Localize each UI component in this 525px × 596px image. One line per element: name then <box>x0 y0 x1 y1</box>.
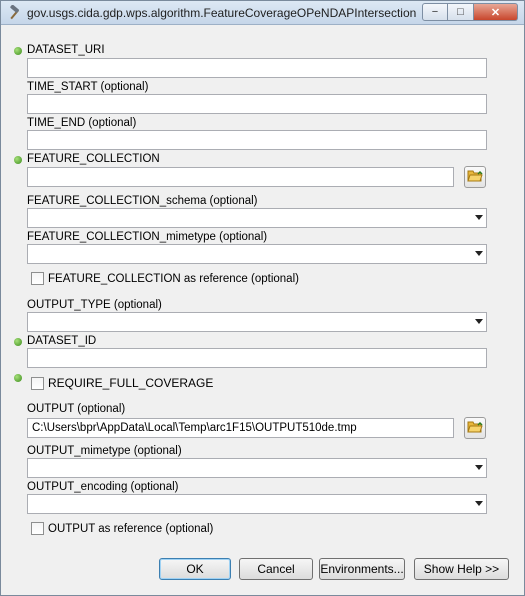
environments-button[interactable]: Environments... <box>319 558 405 580</box>
hammer-icon <box>7 4 23 21</box>
time-start-label: TIME_START (optional) <box>27 81 149 93</box>
chevron-down-icon <box>475 319 483 324</box>
dataset-id-label: DATASET_ID <box>27 335 97 347</box>
time-end-label: TIME_END (optional) <box>27 117 137 129</box>
window-title: gov.usgs.cida.gdp.wps.algorithm.FeatureC… <box>27 6 417 20</box>
feature-collection-schema-label: FEATURE_COLLECTION_schema (optional) <box>27 195 258 207</box>
feature-collection-mimetype-select[interactable] <box>27 244 487 264</box>
button-bar: OK Cancel Environments... Show Help >> <box>1 549 524 595</box>
cancel-button-label: Cancel <box>257 562 295 576</box>
output-encoding-label: OUTPUT_encoding (optional) <box>27 481 179 493</box>
required-dot-icon <box>14 47 22 55</box>
time-start-input[interactable] <box>27 94 487 114</box>
maximize-icon: □ <box>457 6 464 18</box>
output-encoding-select[interactable] <box>27 494 487 514</box>
folder-icon <box>467 169 483 186</box>
feature-collection-reference-row[interactable]: FEATURE_COLLECTION as reference (optiona… <box>31 272 299 285</box>
output-input[interactable]: C:\Users\bpr\AppData\Local\Temp\arc1F15\… <box>27 418 454 438</box>
output-type-select[interactable] <box>27 312 487 332</box>
feature-collection-label: FEATURE_COLLECTION <box>27 153 160 165</box>
dataset-id-input[interactable] <box>27 348 487 368</box>
require-full-coverage-checkbox[interactable] <box>31 376 44 390</box>
output-reference-row[interactable]: OUTPUT as reference (optional) <box>31 522 213 535</box>
output-label: OUTPUT (optional) <box>27 403 126 415</box>
environments-button-label: Environments... <box>320 562 404 576</box>
require-full-coverage-label: REQUIRE_FULL_COVERAGE <box>48 376 214 390</box>
required-dot-icon <box>14 338 22 346</box>
tool-dialog-window: gov.usgs.cida.gdp.wps.algorithm.FeatureC… <box>0 0 525 596</box>
output-reference-label: OUTPUT as reference (optional) <box>48 522 214 535</box>
feature-collection-mimetype-label: FEATURE_COLLECTION_mimetype (optional) <box>27 231 268 243</box>
output-type-label: OUTPUT_TYPE (optional) <box>27 299 162 311</box>
folder-icon <box>467 420 483 437</box>
required-dot-icon <box>14 156 22 164</box>
minimize-icon: − <box>431 6 439 18</box>
chevron-down-icon <box>475 215 483 220</box>
dataset-uri-input[interactable] <box>27 58 487 78</box>
window-controls: − □ ✕ <box>422 3 518 21</box>
vertical-scrollbar[interactable] <box>504 30 512 546</box>
cancel-button[interactable]: Cancel <box>239 558 313 580</box>
show-help-button[interactable]: Show Help >> <box>414 558 509 580</box>
maximize-button[interactable]: □ <box>448 3 474 21</box>
ok-button[interactable]: OK <box>159 558 231 580</box>
required-dot-icon <box>14 374 22 382</box>
chevron-down-icon <box>475 501 483 506</box>
feature-collection-input[interactable] <box>27 167 454 187</box>
ok-button-label: OK <box>186 562 204 576</box>
output-reference-checkbox[interactable] <box>31 522 44 535</box>
chevron-down-icon <box>475 465 483 470</box>
show-help-button-label: Show Help >> <box>423 562 500 576</box>
dataset-uri-label: DATASET_URI <box>27 44 105 56</box>
output-mimetype-select[interactable] <box>27 458 487 478</box>
parameters-panel: DATASET_URI TIME_START (optional) TIME_E… <box>8 30 512 546</box>
feature-collection-reference-label: FEATURE_COLLECTION as reference (optiona… <box>48 272 299 285</box>
feature-collection-schema-select[interactable] <box>27 208 487 228</box>
title-bar[interactable]: gov.usgs.cida.gdp.wps.algorithm.FeatureC… <box>1 1 524 25</box>
close-icon: ✕ <box>490 6 501 19</box>
feature-collection-browse-button[interactable] <box>464 166 486 188</box>
feature-collection-reference-checkbox[interactable] <box>31 272 44 285</box>
require-full-coverage-row[interactable]: REQUIRE_FULL_COVERAGE <box>31 376 213 390</box>
time-end-input[interactable] <box>27 130 487 150</box>
chevron-down-icon <box>475 251 483 256</box>
minimize-button[interactable]: − <box>422 3 448 21</box>
close-button[interactable]: ✕ <box>474 3 518 21</box>
dialog-body: DATASET_URI TIME_START (optional) TIME_E… <box>8 30 512 546</box>
output-browse-button[interactable] <box>464 417 486 439</box>
output-mimetype-label: OUTPUT_mimetype (optional) <box>27 445 182 457</box>
